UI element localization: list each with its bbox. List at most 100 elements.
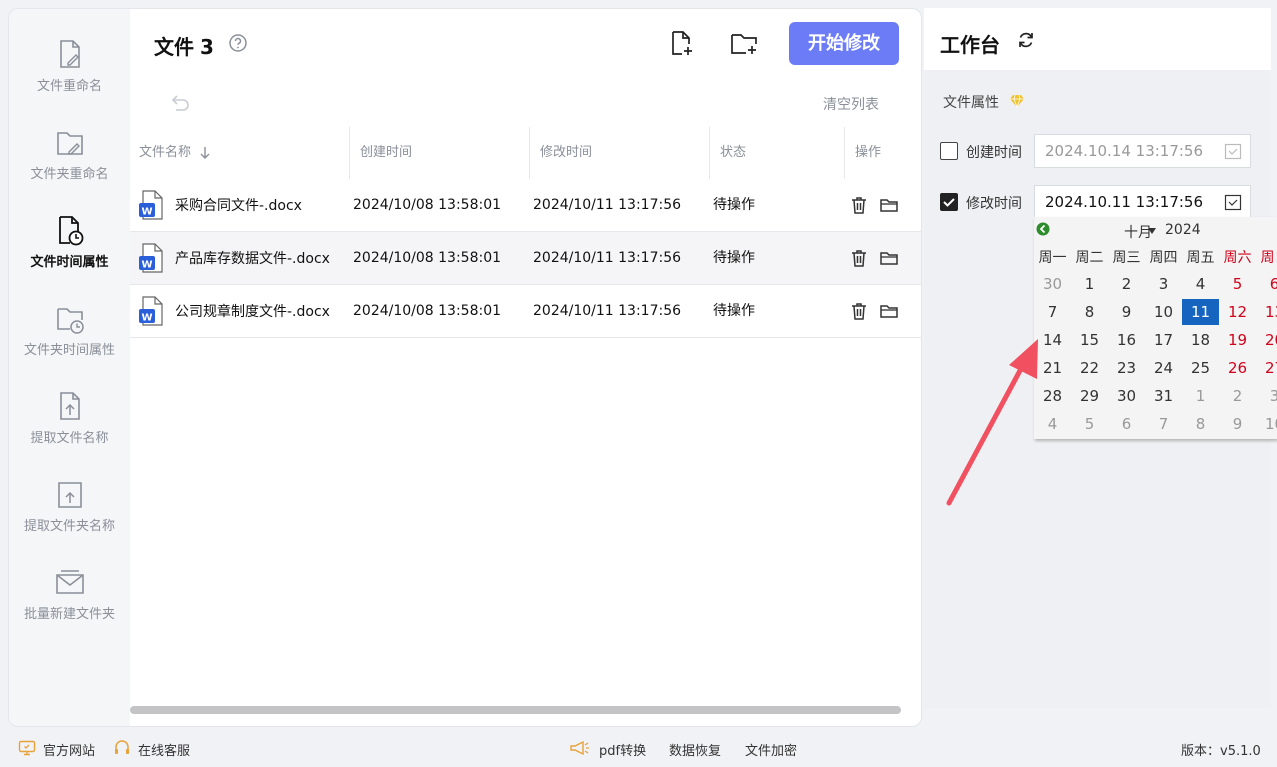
weekday-label: 周日 <box>1260 250 1277 266</box>
weekday-label: 周一 <box>1038 250 1067 266</box>
folder-time-icon <box>56 308 84 334</box>
table-row[interactable]: W 采购合同文件-.docx 2024/10/08 13:58:01 2024/… <box>130 179 921 232</box>
data-recovery-link[interactable]: 数据恢复 <box>669 740 721 759</box>
open-folder-icon[interactable] <box>879 195 899 215</box>
modified-time-input[interactable]: 2024.10.11 13:17:56 <box>1034 185 1251 219</box>
file-list-area: 文件 3 开始修改 清空列表 文件名称 创建时间 修改时间 状态 操作 W 采购合… <box>130 9 921 726</box>
column-header-created: 创建时间 <box>360 145 413 160</box>
calendar-day[interactable]: 12 <box>1219 299 1256 325</box>
previous-month-icon[interactable] <box>1036 222 1050 236</box>
help-icon[interactable] <box>228 33 248 53</box>
annotation-arrow <box>946 339 1038 506</box>
online-support-link[interactable]: 在线客服 <box>138 740 190 759</box>
sidebar-item-batch-new-folder[interactable]: 批量新建文件夹 <box>9 565 130 653</box>
calendar-day[interactable]: 5 <box>1219 271 1256 297</box>
calendar-day[interactable]: 1 <box>1071 271 1108 297</box>
calendar-day[interactable]: 6 <box>1108 411 1145 437</box>
calendar-day[interactable]: 6 <box>1256 271 1277 297</box>
calendar-day[interactable]: 27 <box>1256 355 1277 381</box>
calendar-day[interactable]: 4 <box>1182 271 1219 297</box>
add-folder-icon[interactable] <box>730 29 758 57</box>
horizontal-scrollbar[interactable] <box>130 706 901 714</box>
checkmark-icon <box>943 198 955 207</box>
calendar-day[interactable]: 7 <box>1034 299 1071 325</box>
calendar-day[interactable]: 16 <box>1108 327 1145 353</box>
created-time-checkbox[interactable] <box>940 142 958 160</box>
calendar-day[interactable]: 17 <box>1145 327 1182 353</box>
created-time: 2024/10/08 13:58:01 <box>353 250 502 266</box>
start-modify-button[interactable]: 开始修改 <box>789 22 899 65</box>
calendar-day[interactable]: 5 <box>1071 411 1108 437</box>
calendar-day[interactable]: 2 <box>1219 383 1256 409</box>
calendar-day[interactable]: 13 <box>1256 299 1277 325</box>
table-row[interactable]: W 产品库存数据文件-.docx 2024/10/08 13:58:01 202… <box>130 232 921 285</box>
delete-icon[interactable] <box>849 301 869 321</box>
pdf-convert-link[interactable]: pdf转换 <box>599 740 646 759</box>
extract-folder-name-icon <box>57 482 82 508</box>
file-encrypt-link[interactable]: 文件加密 <box>745 740 797 759</box>
calendar-day[interactable]: 15 <box>1071 327 1108 353</box>
delete-icon[interactable] <box>849 195 869 215</box>
clear-list-button[interactable]: 清空列表 <box>823 94 879 114</box>
calendar-day[interactable]: 30 <box>1034 271 1071 297</box>
calendar-day[interactable]: 10 <box>1256 411 1277 437</box>
column-header-name[interactable]: 文件名称 <box>139 127 211 179</box>
calendar-day[interactable]: 3 <box>1145 271 1182 297</box>
calendar-day[interactable]: 8 <box>1071 299 1108 325</box>
calendar-day[interactable]: 7 <box>1145 411 1182 437</box>
official-website-link[interactable]: 官方网站 <box>43 740 95 759</box>
calendar-day[interactable]: 2 <box>1108 271 1145 297</box>
modified-time-checkbox[interactable] <box>940 193 958 211</box>
calendar-day[interactable]: 26 <box>1219 355 1256 381</box>
word-file-icon: W <box>139 243 163 273</box>
open-folder-icon[interactable] <box>879 248 899 268</box>
undo-icon[interactable] <box>168 91 190 113</box>
sort-arrow-icon[interactable] <box>199 146 211 160</box>
month-dropdown-icon[interactable] <box>1148 228 1156 234</box>
modified-time: 2024/10/11 13:17:56 <box>533 250 682 266</box>
modified-time-label: 修改时间 <box>966 196 1022 212</box>
column-divider <box>844 127 845 179</box>
file-name: 公司规章制度文件-.docx <box>175 303 330 320</box>
open-folder-icon[interactable] <box>879 301 899 321</box>
sidebar-item-folder-time[interactable]: 文件夹时间属性 <box>9 301 130 389</box>
calendar-day[interactable]: 9 <box>1219 411 1256 437</box>
calendar-day[interactable]: 1 <box>1182 383 1219 409</box>
calendar-day[interactable]: 19 <box>1219 327 1256 353</box>
calendar-day[interactable]: 9 <box>1108 299 1145 325</box>
delete-icon[interactable] <box>849 248 869 268</box>
column-header-status: 状态 <box>720 145 747 160</box>
calendar-day[interactable]: 31 <box>1145 383 1182 409</box>
calendar-day[interactable]: 20 <box>1256 327 1277 353</box>
sidebar-item-folder-rename[interactable]: 文件夹重命名 <box>9 125 130 213</box>
svg-text:W: W <box>141 313 152 324</box>
workbench-header: 工作台 <box>924 8 1271 70</box>
calendar-day[interactable]: 24 <box>1145 355 1182 381</box>
calendar-day[interactable]: 29 <box>1071 383 1108 409</box>
calendar-day[interactable]: 22 <box>1071 355 1108 381</box>
column-header-actions: 操作 <box>855 145 882 160</box>
sidebar-item-extract-file-name[interactable]: 提取文件名称 <box>9 389 130 477</box>
calendar-icon[interactable] <box>1224 193 1242 211</box>
megaphone-icon <box>570 740 589 756</box>
calendar-day[interactable]: 30 <box>1108 383 1145 409</box>
sidebar-item-file-time[interactable]: 文件时间属性 <box>9 213 130 301</box>
table-row[interactable]: W 公司规章制度文件-.docx 2024/10/08 13:58:01 202… <box>130 285 921 338</box>
calendar-day[interactable]: 11 <box>1182 299 1219 325</box>
calendar-day[interactable]: 10 <box>1145 299 1182 325</box>
add-file-icon[interactable] <box>667 29 695 57</box>
sidebar-item-extract-folder-name[interactable]: 提取文件夹名称 <box>9 477 130 565</box>
sidebar-item-file-rename[interactable]: 文件重命名 <box>9 37 130 125</box>
table-header: 文件名称 创建时间 修改时间 状态 操作 <box>130 127 921 179</box>
calendar-day[interactable]: 18 <box>1182 327 1219 353</box>
calendar-icon[interactable] <box>1224 142 1242 160</box>
calendar-year[interactable]: 2024 <box>1165 222 1201 238</box>
calendar-day[interactable]: 8 <box>1182 411 1219 437</box>
refresh-icon[interactable] <box>1016 30 1036 50</box>
calendar-day[interactable]: 23 <box>1108 355 1145 381</box>
status-text: 待操作 <box>713 303 755 319</box>
calendar-day[interactable]: 25 <box>1182 355 1219 381</box>
created-time: 2024/10/08 13:58:01 <box>353 303 502 319</box>
created-time-input[interactable]: 2024.10.14 13:17:56 <box>1034 134 1251 168</box>
calendar-day[interactable]: 3 <box>1256 383 1277 409</box>
